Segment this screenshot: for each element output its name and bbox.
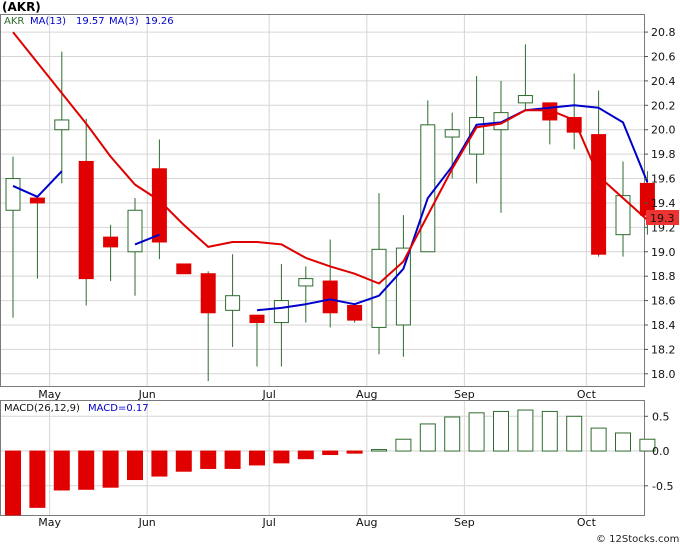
macd-bar-negative [29, 450, 46, 508]
macd-bar-positive [468, 412, 485, 452]
month-axis-macd: May Jun Jul Aug Sep Oct [38, 516, 596, 529]
current-price-marker: 19.3 [646, 210, 679, 225]
macd-bar-negative [127, 450, 143, 481]
macd-bar-positive [541, 410, 558, 452]
month-label: Aug [356, 516, 377, 529]
month-axis-price: May Jun Jul Aug Sep Oct [38, 388, 596, 401]
macd-bar-negative [346, 450, 363, 454]
legend-ticker: AKR [4, 16, 24, 27]
current-price-label: 19.3 [650, 212, 675, 225]
candle-body-up [444, 129, 460, 138]
price-tick-label: 18.2 [651, 343, 676, 356]
price-tick-label: 20.0 [651, 124, 676, 137]
ticker-title: (AKR) [2, 0, 41, 14]
candle-body-up [225, 295, 241, 311]
price-tick-label: 20.8 [651, 26, 676, 39]
candle-body-down [29, 197, 45, 204]
candle-body-down [249, 314, 265, 324]
month-label: Jun [138, 388, 156, 401]
macd-bar-positive [493, 410, 509, 452]
month-label: Oct [577, 516, 597, 529]
candle-body-up [298, 278, 314, 287]
macd-bar-negative [5, 450, 21, 516]
price-tick-label: 18.8 [651, 270, 676, 283]
candle-body-down [176, 263, 192, 275]
price-legend: AKR MA(13) 19.57 MA(3) 19.26 [4, 16, 174, 27]
month-label: Sep [454, 388, 475, 401]
price-tick-label: 19.0 [651, 246, 676, 259]
price-tick-label: 19.6 [651, 173, 676, 186]
legend-ma-long-label: MA(13) [30, 16, 66, 27]
macd-bar-negative [297, 450, 314, 460]
macd-params-label: MACD(26,12,9) [4, 403, 80, 414]
price-panel-frame [0, 14, 645, 387]
candle-body-up [127, 209, 143, 253]
price-tick-label: 18.0 [651, 368, 676, 381]
candle-body-up [371, 248, 387, 328]
price-tick-label: 18.6 [651, 295, 676, 308]
month-label: Jul [262, 516, 276, 529]
candle-body-down [591, 134, 607, 255]
legend-ma-short-value: 19.26 [145, 16, 174, 27]
macd-value-label: MACD=0.17 [88, 403, 149, 414]
macd-bar-positive [371, 449, 387, 452]
price-tick-label: 18.4 [651, 319, 676, 332]
macd-bar-positive [615, 432, 631, 452]
candle-body-down [322, 280, 338, 314]
credit-text: © 12Stocks.com [596, 534, 679, 545]
price-tick-label: 20.4 [651, 75, 676, 88]
candle-body-up [273, 300, 289, 324]
macd-bar-positive [419, 423, 436, 452]
legend-ma-short-label: MA(3) [109, 16, 139, 27]
macd-legend: MACD(26,12,9) MACD=0.17 [4, 403, 149, 414]
legend-ma-long-value: 19.57 [76, 16, 105, 27]
price-tick-label: 19.8 [651, 148, 676, 161]
macd-bar-positive [590, 427, 607, 452]
macd-bar-negative [224, 450, 241, 469]
macd-bar-negative [322, 450, 339, 456]
macd-bar-positive [395, 438, 412, 452]
macd-bar-negative [151, 450, 168, 477]
month-label: Aug [356, 388, 377, 401]
price-tick-label: 20.2 [651, 99, 676, 112]
month-label: Oct [577, 388, 597, 401]
candle-body-down [103, 236, 119, 248]
month-label: May [38, 388, 61, 401]
candle-body-up [54, 119, 70, 131]
price-tick-label: 19.4 [651, 197, 676, 210]
macd-bar-positive [566, 415, 583, 452]
candle-body-up [517, 95, 533, 104]
macd-tick-label: 0.0 [652, 445, 670, 458]
macd-bar-negative [175, 450, 192, 472]
macd-bar-negative [200, 450, 217, 469]
month-label: Jul [262, 388, 276, 401]
candle-body-up [5, 178, 21, 211]
macd-bar-negative [102, 450, 119, 488]
macd-bar-negative [53, 450, 70, 491]
month-label: Sep [454, 516, 475, 529]
macd-tick-label: -0.5 [652, 480, 673, 493]
candle-body-down [347, 304, 363, 321]
candle-body-up [420, 124, 436, 253]
macd-bar-positive [517, 409, 534, 452]
candle-body-down [200, 273, 216, 314]
price-tick-label: 20.6 [651, 50, 676, 63]
month-label: Jun [138, 516, 156, 529]
macd-bar-positive [444, 416, 461, 452]
month-label: May [38, 516, 61, 529]
candle [176, 263, 192, 275]
candle [347, 304, 363, 323]
macd-bar-negative [249, 450, 265, 466]
candle-body-down [78, 160, 94, 280]
stock-chart: 20.820.620.420.220.019.819.619.419.219.0… [0, 0, 679, 545]
macd-bar-negative [78, 450, 95, 490]
macd-tick-label: 0.5 [652, 410, 670, 423]
macd-bar-negative [273, 450, 290, 464]
